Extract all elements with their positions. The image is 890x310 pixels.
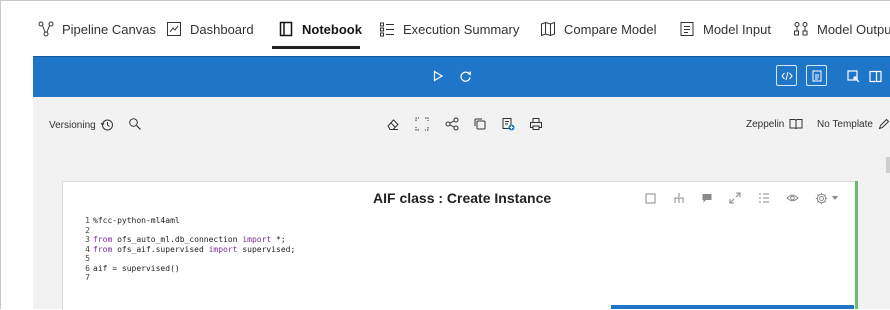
org-icon [793,21,809,37]
tab-label: Dashboard [190,21,254,37]
dashboard-icon [166,21,182,37]
tab-execution-summary[interactable]: Execution Summary [379,19,519,39]
tab-compare-model[interactable]: Compare Model [540,19,657,39]
search-icon[interactable] [127,116,143,132]
maximize-icon[interactable] [728,191,742,205]
numbered-list-icon[interactable] [757,191,771,205]
paragraph-progress-bar [611,305,854,309]
hierarchy-icon[interactable] [672,191,686,205]
code-line: 1 %fcc-python-ml4aml [85,216,180,225]
zeppelin-label: Zeppelin [746,118,785,130]
tab-label: Model Input [703,21,771,37]
tab-dashboard[interactable]: Dashboard [166,19,254,39]
square-icon[interactable] [643,191,657,205]
tab-label: Notebook [302,21,362,37]
versioning-control[interactable]: Versioning [49,118,114,132]
workspace-scrollbar[interactable] [886,157,890,173]
versioning-label: Versioning [49,119,96,131]
list-icon [379,21,395,37]
document-view-icon[interactable] [806,65,827,86]
tab-label: Execution Summary [403,21,520,37]
history-icon [100,118,114,132]
settings-dropdown[interactable] [812,191,842,205]
caret-down-icon [831,195,839,201]
share-icon[interactable] [444,116,460,132]
code-line: 6 aif = supervised() [85,263,180,273]
tab-model-input[interactable]: Model Input [679,19,771,39]
tab-label: Model Outpu [817,21,890,37]
pipeline-icon [38,21,54,37]
expand-all-icon[interactable] [414,116,430,132]
tab-model-output[interactable]: Model Outpu [793,19,890,39]
code-editor[interactable]: 1 %fcc-python-ml4aml 2 3 from ofs_auto_ml.… [80,216,295,283]
paragraph-title[interactable]: AIF class : Create Instance [373,190,551,206]
comment-icon[interactable] [700,191,714,205]
code-view-icon[interactable] [776,65,797,86]
notebook-icon [278,21,294,37]
copy-icon[interactable] [472,116,488,132]
tab-bar: Pipeline Canvas Dashboard Notebook Execu… [0,0,890,54]
tab-label: Pipeline Canvas [62,21,156,37]
run-all-icon[interactable] [428,66,448,86]
eraser-icon[interactable] [385,116,401,132]
tab-notebook[interactable]: Notebook [278,19,362,39]
panel-toggle-icon[interactable] [865,66,885,86]
interpreter-zeppelin[interactable]: Zeppelin [746,118,803,130]
template-selector[interactable]: No Template [817,118,890,130]
tab-pipeline-canvas[interactable]: Pipeline Canvas [38,19,156,39]
code-line: 3 from ofs_auto_ml.db_connection import *… [85,235,286,244]
book-icon [789,118,803,130]
code-line: 2 [85,225,90,235]
active-tab-indicator [272,46,360,49]
tab-label: Compare Model [564,21,657,37]
paragraph-status-bar [855,181,858,309]
refresh-icon[interactable] [455,66,475,86]
select-frame-icon[interactable] [843,66,863,86]
code-line: 5 [85,254,90,263]
pencil-icon [878,118,890,130]
gear-icon [815,192,828,205]
add-paragraph-icon[interactable] [500,116,516,132]
print-icon[interactable] [528,116,544,132]
form-icon [679,21,695,37]
code-line: 7 [85,273,90,282]
code-line: 4 from ofs_aif.supervised import supervis… [85,244,296,254]
eye-icon[interactable] [785,191,799,205]
map-icon [540,21,556,37]
template-label: No Template [817,118,873,130]
